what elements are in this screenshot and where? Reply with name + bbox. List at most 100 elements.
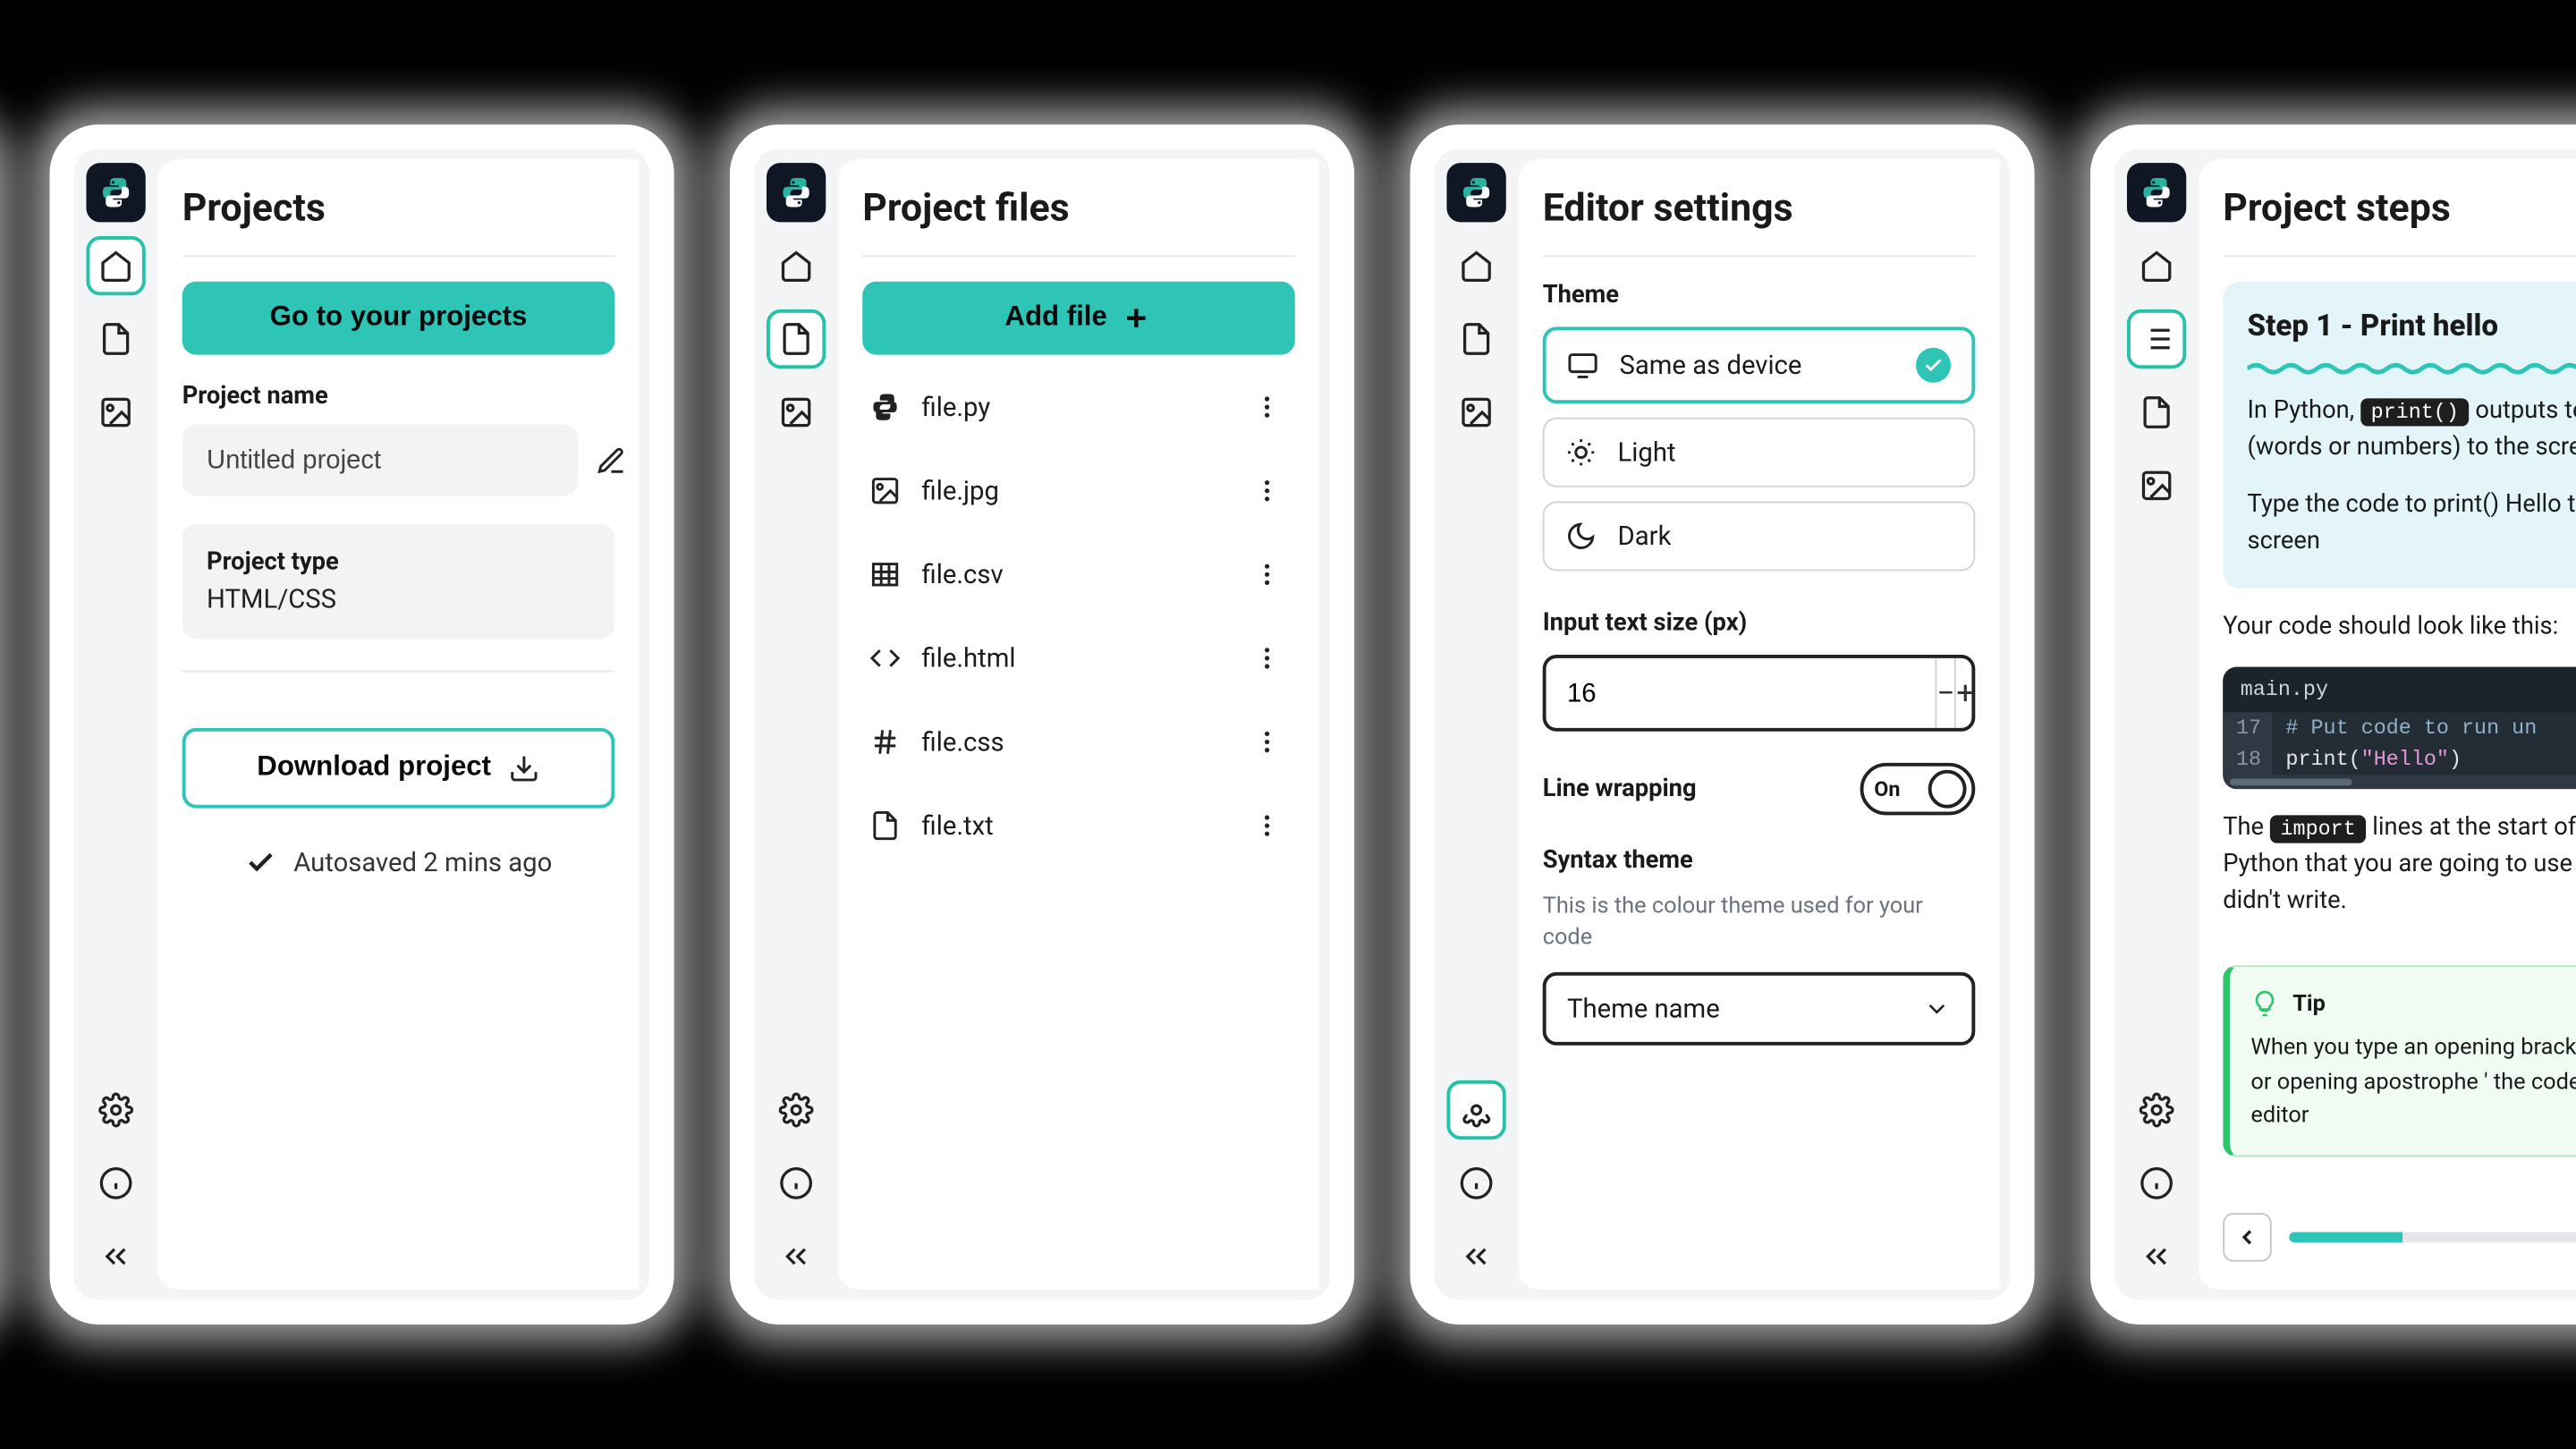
nav-collapse[interactable]: [1446, 1227, 1505, 1286]
python-icon: [779, 175, 814, 210]
app-logo: [2127, 163, 2186, 222]
nav-info[interactable]: [767, 1154, 826, 1213]
nav-home[interactable]: [86, 236, 145, 295]
syntax-theme-label: Syntax theme: [1543, 847, 1976, 875]
nav-files[interactable]: [767, 309, 826, 369]
file-menu-button[interactable]: [1246, 470, 1288, 512]
divider: [1543, 255, 1976, 257]
nav-home[interactable]: [2127, 236, 2186, 295]
file-menu-button[interactable]: [1246, 805, 1288, 847]
file-row[interactable]: file.csv: [862, 533, 1295, 617]
step-heading: Step 1 - Print hello: [2248, 306, 2576, 351]
nav-images[interactable]: [86, 383, 145, 442]
nav-images[interactable]: [767, 383, 826, 442]
image-icon: [1459, 394, 1494, 429]
file-menu-button[interactable]: [1246, 554, 1288, 596]
nav-collapse[interactable]: [2127, 1227, 2186, 1286]
select-placeholder: Theme name: [1567, 994, 1720, 1025]
download-icon: [509, 752, 540, 784]
nav-info[interactable]: [2127, 1154, 2186, 1213]
divider: [182, 255, 615, 257]
file-row[interactable]: file.css: [862, 700, 1295, 784]
project-name-label: Project name: [182, 383, 615, 411]
nav-info[interactable]: [86, 1154, 145, 1213]
theme-option-light[interactable]: Light: [1543, 418, 1976, 487]
nav-settings[interactable]: [2127, 1080, 2186, 1140]
file-row[interactable]: file.html: [862, 616, 1295, 700]
sidebar: [2114, 149, 2199, 1301]
prev-step-button[interactable]: [2223, 1213, 2272, 1262]
go-to-projects-button[interactable]: Go to your projects: [182, 282, 615, 355]
text-size-field: − +: [1543, 655, 1976, 732]
edit-name-button[interactable]: [596, 434, 627, 487]
theme-label: Theme: [1543, 282, 1976, 309]
panel-title: Editor settings: [1543, 187, 1976, 231]
file-menu-button[interactable]: [1246, 638, 1288, 680]
add-file-button[interactable]: Add file: [862, 282, 1295, 355]
nav-settings[interactable]: [86, 1080, 145, 1140]
wavy-underline: [2248, 360, 2576, 375]
check-icon: [245, 847, 276, 878]
python-icon: [2140, 175, 2174, 210]
steps-panel: Project steps Step 1 - Print hello In Py…: [2199, 159, 2576, 1290]
tip-card: Tip When you type an opening bracket ( o…: [2223, 964, 2576, 1157]
file-menu-button[interactable]: [1246, 721, 1288, 763]
nav-files[interactable]: [86, 309, 145, 369]
nav-images[interactable]: [1446, 383, 1505, 442]
increase-size-button[interactable]: +: [1954, 658, 1974, 728]
chevron-left-icon: [2235, 1225, 2259, 1250]
nav-info[interactable]: [1446, 1154, 1505, 1213]
file-row[interactable]: file.txt: [862, 784, 1295, 868]
more-vertical-icon: [1253, 812, 1281, 840]
document-icon: [1459, 322, 1494, 357]
image-icon: [779, 394, 814, 429]
file-menu-button[interactable]: [1246, 386, 1288, 428]
theme-option-dark[interactable]: Dark: [1543, 501, 1976, 571]
file-row[interactable]: file.py: [862, 365, 1295, 449]
projects-panel: Projects Go to your projects Project nam…: [157, 159, 639, 1290]
nav-files[interactable]: [2127, 383, 2186, 442]
gear-icon: [1459, 1092, 1494, 1127]
chevrons-left-icon: [1459, 1239, 1494, 1274]
code-line: 18 print("Hello"): [2223, 742, 2576, 774]
list-icon: [2140, 322, 2174, 357]
nav-collapse[interactable]: [86, 1227, 145, 1286]
nav-settings[interactable]: [767, 1080, 826, 1140]
syntax-theme-select[interactable]: Theme name: [1543, 973, 1976, 1046]
project-name-input[interactable]: [182, 425, 579, 496]
panel-title: Project steps: [2223, 187, 2576, 231]
text-size-input[interactable]: [1546, 661, 1936, 725]
pencil-icon: [596, 445, 627, 476]
info-icon: [2140, 1165, 2174, 1200]
text-file-icon: [869, 810, 901, 842]
tip-body: When you type an opening bracket ( or op…: [2250, 1031, 2576, 1133]
line-wrap-toggle[interactable]: On: [1860, 763, 1976, 816]
nav-home[interactable]: [1446, 236, 1505, 295]
file-row[interactable]: file.jpg: [862, 449, 1295, 533]
step-instruction: Type the code to print() Hello to the sc…: [2248, 487, 2576, 560]
gear-icon: [98, 1092, 133, 1127]
download-project-button[interactable]: Download project: [182, 728, 615, 809]
nav-collapse[interactable]: [767, 1227, 826, 1286]
decrease-size-button[interactable]: −: [1935, 658, 1954, 728]
code-scrollbar[interactable]: [2223, 775, 2576, 789]
app-logo: [86, 163, 145, 222]
syntax-theme-desc: This is the colour theme used for your c…: [1543, 892, 1976, 955]
code-example: main.py 17 # Put code to run un 18 print…: [2223, 666, 2576, 789]
theme-option-device[interactable]: Same as device: [1543, 326, 1976, 403]
nav-steps[interactable]: [2127, 309, 2186, 369]
theme-option-label: Same as device: [1620, 350, 1802, 381]
file-name: file.csv: [922, 559, 1225, 590]
nav-images[interactable]: [2127, 456, 2186, 515]
image-icon: [98, 394, 133, 429]
code-pill: print(): [2360, 397, 2470, 425]
app-logo: [1446, 163, 1505, 222]
nav-settings[interactable]: [1446, 1080, 1505, 1140]
nav-home[interactable]: [767, 236, 826, 295]
tip-title: Tip: [2250, 987, 2576, 1021]
nav-files[interactable]: [1446, 309, 1505, 369]
moon-icon: [1565, 521, 1597, 552]
more-vertical-icon: [1253, 728, 1281, 756]
python-icon: [98, 175, 133, 210]
info-icon: [1459, 1165, 1494, 1200]
